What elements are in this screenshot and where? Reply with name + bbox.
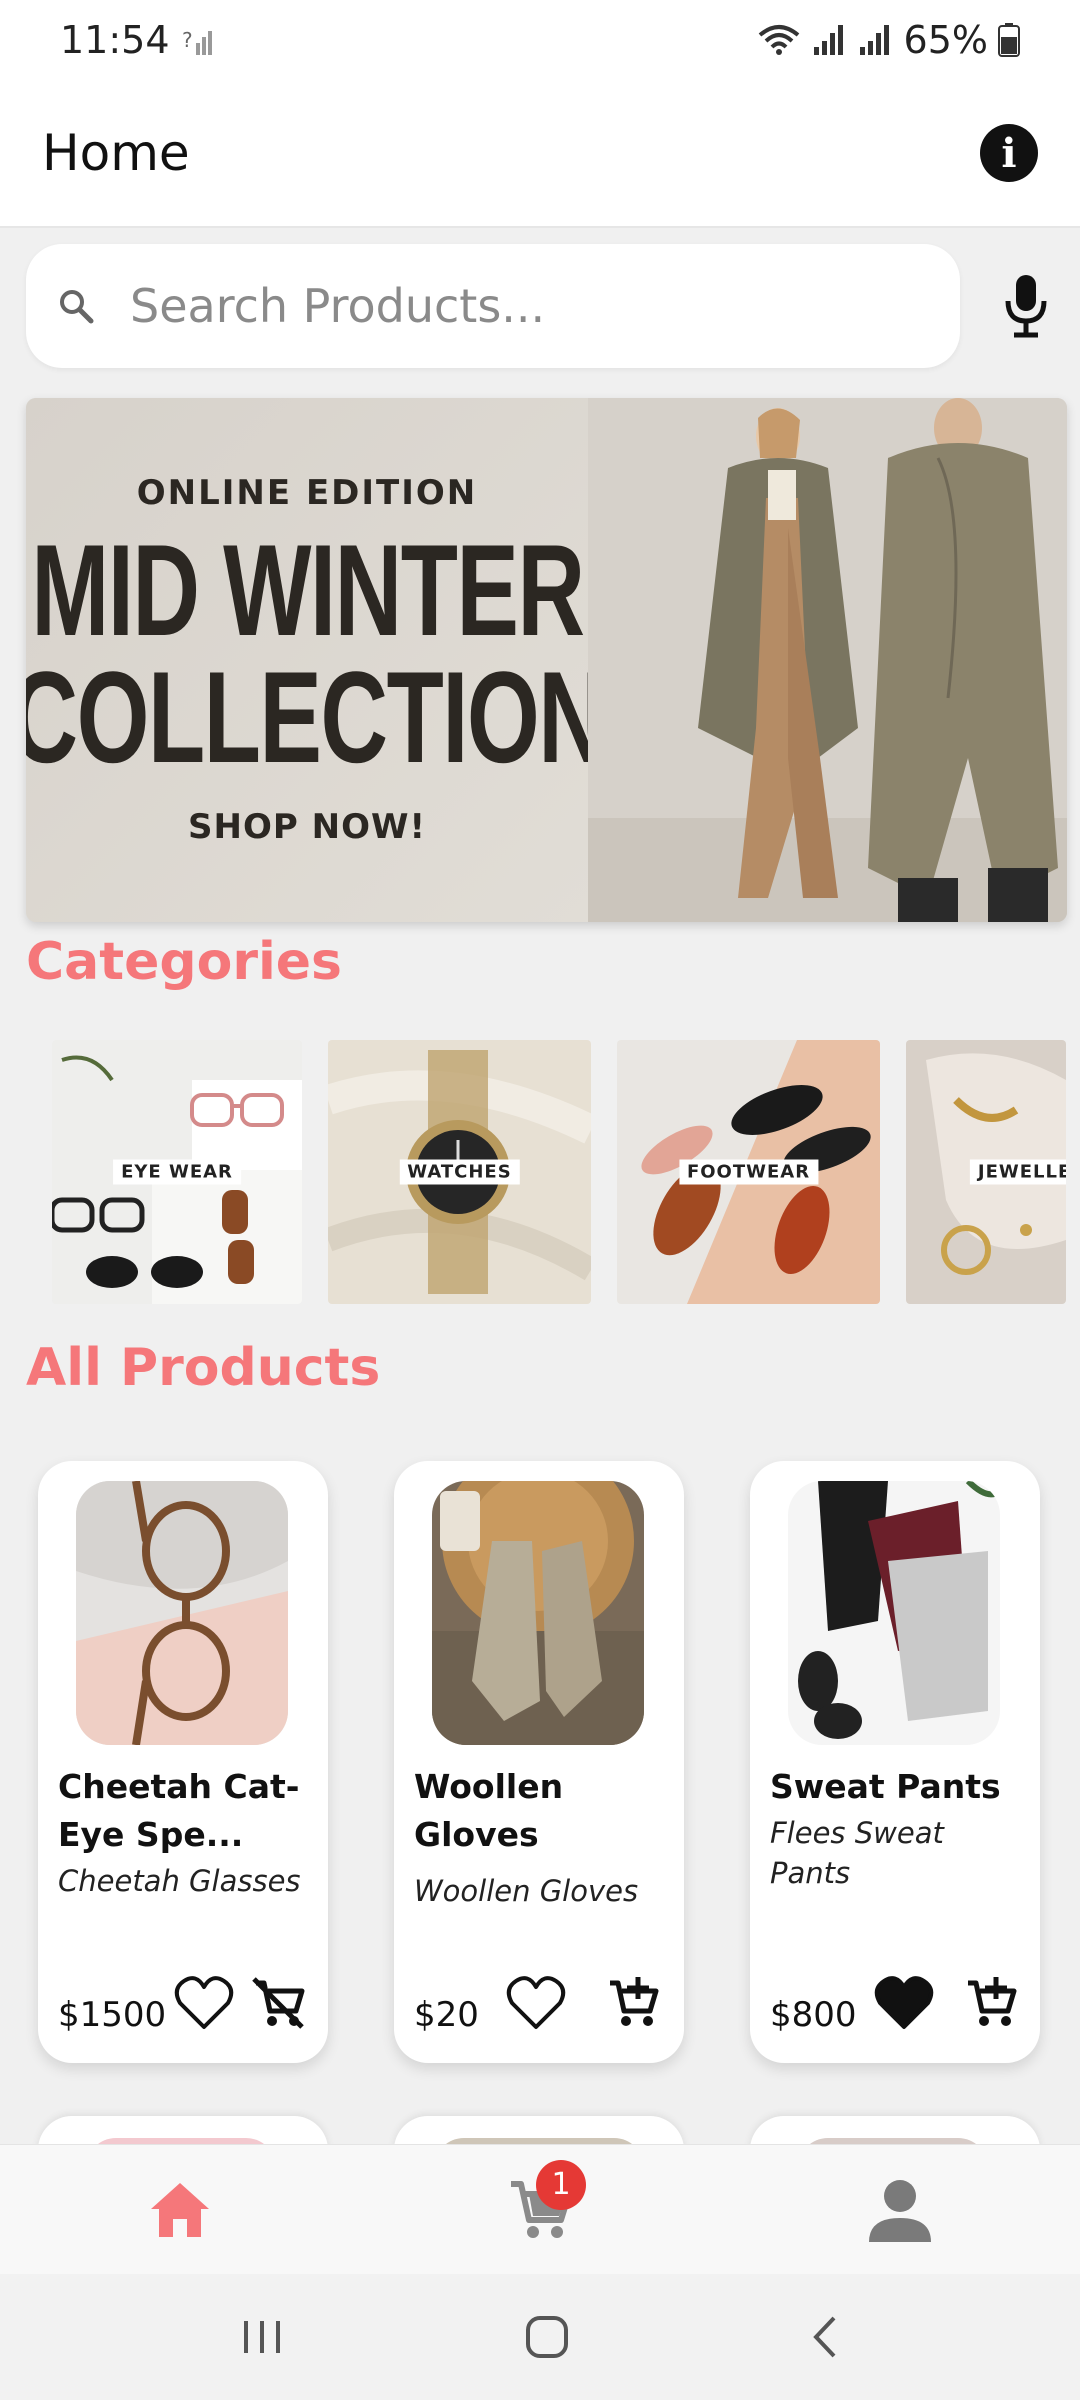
banner-title: MID WINTER COLLECTION — [26, 516, 605, 790]
nav-home[interactable] — [120, 2160, 240, 2260]
banner-cta: SHOP NOW! — [188, 807, 426, 848]
status-time: 11:54 — [60, 18, 170, 62]
product-description: Flees Sweat Pants — [770, 1816, 944, 1890]
product-price: $20 — [414, 1995, 479, 2035]
search-box[interactable] — [26, 244, 960, 368]
back-icon[interactable] — [810, 2314, 840, 2360]
product-description: Woollen Gloves — [414, 1874, 639, 1908]
add-to-cart-icon[interactable] — [604, 1975, 660, 2031]
banner-eyebrow: ONLINE EDITION — [136, 472, 478, 513]
products-grid: Cheetah Cat-Eye Spe... Cheetah Glasses $… — [38, 1461, 1042, 2063]
search-input[interactable] — [130, 279, 910, 333]
product-description: Cheetah Glasses — [58, 1864, 301, 1898]
product-name: Woollen Gloves — [414, 1767, 564, 1854]
remove-from-cart-icon[interactable] — [250, 1975, 306, 2031]
product-price: $1500 — [58, 1995, 167, 2035]
product-name: Cheetah Cat-Eye Spe... — [58, 1767, 300, 1854]
heart-filled-icon[interactable] — [874, 1975, 934, 2031]
product-card[interactable]: Sweat Pants Flees Sweat Pants $800 — [750, 1461, 1040, 2063]
signal-icon — [813, 25, 843, 55]
category-label: JEWELLER — [969, 1159, 1066, 1185]
product-image — [788, 1481, 1000, 1745]
promo-banner[interactable]: ONLINE EDITION MID WINTER COLLECTION SHO… — [26, 398, 1067, 922]
bottom-navigation: 1 — [0, 2144, 1080, 2274]
status-left: 11:54 ? — [60, 18, 216, 62]
product-image — [76, 1481, 288, 1745]
banner-title-line2: COLLECTION — [26, 644, 605, 790]
battery-percent: 65% — [903, 18, 988, 62]
category-jewellery[interactable]: JEWELLER — [906, 1040, 1066, 1304]
nav-profile[interactable] — [840, 2160, 960, 2260]
microphone-icon[interactable] — [996, 271, 1056, 341]
nav-cart[interactable]: 1 — [480, 2159, 600, 2260]
home-button-icon[interactable] — [524, 2314, 570, 2360]
banner-photo — [588, 398, 1067, 922]
profile-icon — [869, 2179, 931, 2242]
svg-text:?: ? — [182, 28, 193, 52]
category-footwear[interactable]: FOOTWEAR — [617, 1040, 880, 1304]
product-card[interactable]: Cheetah Cat-Eye Spe... Cheetah Glasses $… — [38, 1461, 328, 2063]
product-name: Sweat Pants — [770, 1767, 1001, 1806]
wifi-icon — [758, 25, 799, 55]
recent-apps-icon[interactable] — [240, 2317, 284, 2357]
category-watches[interactable]: WATCHES — [328, 1040, 591, 1304]
status-bar: 11:54 ? 65% — [0, 0, 1080, 80]
category-eye-wear[interactable]: EYE WEAR — [52, 1040, 302, 1304]
app-bar: Home i — [0, 80, 1080, 228]
category-label: WATCHES — [399, 1159, 520, 1185]
page-title: Home — [42, 124, 190, 182]
status-right: 65% — [756, 18, 1020, 62]
category-label: EYE WEAR — [113, 1159, 241, 1185]
product-image — [432, 1481, 644, 1745]
categories-carousel[interactable]: EYE WEAR WATCHES FOOTWEAR JEWELLE — [52, 1040, 1080, 1304]
home-icon — [151, 2182, 209, 2237]
search-icon — [60, 290, 94, 324]
product-card[interactable]: Woollen Gloves Woollen Gloves $20 — [394, 1461, 684, 2063]
heart-outline-icon[interactable] — [174, 1975, 234, 2031]
battery-icon — [998, 23, 1020, 57]
banner-title-line1: MID WINTER — [30, 516, 585, 663]
product-price: $800 — [770, 1995, 857, 2035]
signal-question-icon: ? — [182, 28, 212, 55]
banner-text-panel: ONLINE EDITION MID WINTER COLLECTION SHO… — [26, 398, 605, 922]
cart-badge: 1 — [536, 2159, 586, 2210]
heart-outline-icon[interactable] — [506, 1975, 566, 2031]
signal-icon-2 — [859, 25, 889, 55]
info-icon[interactable]: i — [980, 124, 1038, 182]
add-to-cart-icon[interactable] — [962, 1975, 1018, 2031]
all-products-title: All Products — [26, 1338, 381, 1398]
category-label: FOOTWEAR — [678, 1159, 819, 1185]
banner-models-illustration — [588, 398, 1067, 922]
system-navigation-bar — [0, 2274, 1080, 2400]
categories-title: Categories — [26, 932, 343, 992]
search-row — [26, 244, 1066, 368]
